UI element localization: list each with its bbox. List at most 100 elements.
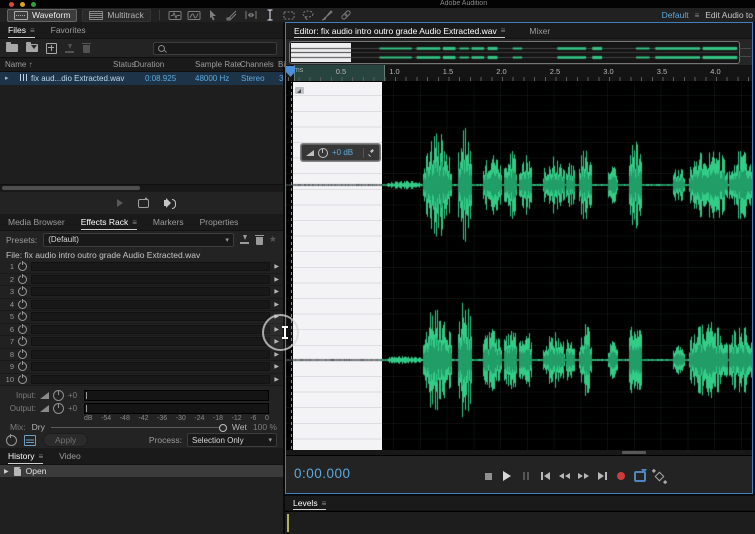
slot-effect-well[interactable] (31, 350, 270, 359)
tab-video[interactable]: Video (59, 448, 81, 464)
slot-effect-well[interactable] (31, 262, 270, 271)
panel-menu-icon[interactable]: ≡ (132, 218, 137, 227)
tab-favorites[interactable]: Favorites (51, 22, 86, 38)
slot-menu-arrow-icon[interactable]: ▶ (274, 276, 279, 283)
slot-power-icon[interactable] (18, 275, 27, 284)
slot-power-icon[interactable] (18, 350, 27, 359)
lasso-selection-tool[interactable] (301, 9, 315, 21)
workspace-selector[interactable]: Default (662, 10, 689, 20)
clip-menu-icon[interactable] (295, 87, 304, 94)
skip-to-selection-button[interactable] (653, 470, 665, 482)
history-entry-open[interactable]: ▶ Open (0, 465, 283, 477)
slot-effect-well[interactable] (31, 312, 270, 321)
slot-effect-well[interactable] (31, 275, 270, 284)
tab-markers[interactable]: Markers (153, 214, 184, 230)
panel-menu-icon[interactable]: ≡ (501, 26, 506, 35)
search-input[interactable] (168, 44, 272, 53)
effect-slot-2[interactable]: 2▶ (0, 274, 283, 287)
slot-power-icon[interactable] (18, 362, 27, 371)
slot-power-icon[interactable] (18, 375, 27, 384)
razor-tool[interactable] (225, 9, 239, 21)
preview-autoplay-icon[interactable] (164, 200, 167, 206)
effect-slot-4[interactable]: 4▶ (0, 299, 283, 312)
output-gain-knob[interactable] (53, 403, 64, 414)
skip-to-next-button[interactable] (596, 470, 608, 482)
loop-playback-button[interactable] (634, 470, 646, 482)
time-display[interactable]: 0:00.000 (294, 466, 351, 481)
save-preset-icon[interactable] (240, 235, 250, 244)
tab-history[interactable]: History≡ (8, 448, 43, 464)
file-row[interactable]: ▸ fix aud...dio Extracted.wav 0:08.925 4… (0, 72, 283, 85)
slot-power-icon[interactable] (18, 262, 27, 271)
panel-menu-icon[interactable]: ≡ (38, 452, 43, 461)
open-file-icon[interactable] (6, 44, 18, 52)
panel-menu-icon[interactable]: ≡ (322, 499, 327, 508)
marquee-selection-tool[interactable] (282, 9, 296, 21)
paintbrush-selection-tool[interactable] (320, 9, 334, 21)
slot-power-icon[interactable] (18, 300, 27, 309)
play-button[interactable] (501, 470, 513, 482)
slot-power-icon[interactable] (18, 312, 27, 321)
tab-mixer[interactable]: Mixer (529, 23, 550, 38)
move-tool[interactable] (206, 9, 220, 21)
slot-effect-well[interactable] (31, 375, 270, 384)
window-minimize-button[interactable] (20, 2, 25, 7)
multitrack-mode-button[interactable]: Multitrack (82, 9, 150, 22)
preview-loop-icon[interactable] (138, 199, 149, 208)
slot-menu-arrow-icon[interactable]: ▶ (274, 263, 279, 270)
delete-file-icon[interactable] (83, 45, 90, 53)
slot-effect-well[interactable] (31, 362, 270, 371)
slot-menu-arrow-icon[interactable]: ▶ (274, 376, 279, 383)
tab-media-browser[interactable]: Media Browser (8, 214, 65, 230)
tab-properties[interactable]: Properties (200, 214, 239, 230)
effect-slot-10[interactable]: 10▶ (0, 374, 283, 387)
files-list-body[interactable] (0, 85, 283, 184)
effect-slot-9[interactable]: 9▶ (0, 361, 283, 374)
row-expander-icon[interactable]: ▸ (5, 74, 9, 82)
waveform-overview-strip[interactable] (286, 39, 752, 65)
effect-slot-3[interactable]: 3▶ (0, 286, 283, 299)
window-zoom-button[interactable] (31, 2, 36, 7)
slot-menu-arrow-icon[interactable]: ▶ (274, 301, 279, 308)
slot-menu-arrow-icon[interactable]: ▶ (274, 288, 279, 295)
time-selection-tool[interactable] (263, 9, 277, 21)
column-header-name[interactable]: Name ↑ (5, 60, 33, 69)
waveform-mode-button[interactable]: Waveform (7, 9, 77, 22)
slot-effect-well[interactable] (31, 325, 270, 334)
window-close-button[interactable] (9, 2, 14, 7)
rack-list-icon[interactable] (24, 435, 36, 446)
column-header-status[interactable]: Status (113, 60, 136, 69)
input-gain-knob[interactable] (53, 390, 64, 401)
timeline-ruler[interactable]: hms 0.51.01.52.02.53.03.54.0 (286, 65, 752, 82)
effect-slot-7[interactable]: 7▶ (0, 336, 283, 349)
apply-button[interactable]: Apply (43, 433, 88, 447)
new-file-icon[interactable] (46, 43, 57, 54)
rack-power-icon[interactable] (6, 435, 17, 446)
overview-zoom-range[interactable] (289, 41, 740, 64)
files-horizontal-scrollbar[interactable] (0, 184, 283, 192)
volume-hud[interactable]: +0 dB (301, 144, 380, 161)
favorite-preset-icon[interactable]: ★ (269, 235, 277, 244)
effect-slot-1[interactable]: 1▶ (0, 261, 283, 274)
show-spectral-display[interactable] (187, 9, 201, 21)
workspace-menu-icon[interactable]: ≡ (695, 11, 700, 20)
tab-editor[interactable]: Editor: fix audio intro outro grade Audi… (294, 23, 505, 38)
spot-healing-brush-tool[interactable] (339, 9, 353, 21)
column-header-sample-rate[interactable]: Sample Rate (195, 60, 241, 69)
slot-effect-well[interactable] (31, 287, 270, 296)
mix-slider-handle[interactable] (219, 424, 227, 432)
slip-tool[interactable] (244, 9, 258, 21)
slot-power-icon[interactable] (18, 325, 27, 334)
record-button[interactable] (615, 470, 627, 482)
files-column-headers[interactable]: Name ↑StatusDurationSample RateChannelsB… (0, 57, 283, 72)
stop-button[interactable] (482, 470, 494, 482)
delete-preset-icon[interactable] (256, 237, 263, 245)
slot-menu-arrow-icon[interactable]: ▶ (274, 363, 279, 370)
hud-pin-icon[interactable] (368, 149, 375, 156)
fast-forward-button[interactable] (577, 470, 589, 482)
column-header-channels[interactable]: Channels (240, 60, 274, 69)
show-waveform-editor[interactable] (168, 9, 182, 21)
skip-to-previous-button[interactable] (539, 470, 551, 482)
slot-effect-well[interactable] (31, 337, 270, 346)
waveform-scrollbar-thumb[interactable] (622, 451, 646, 454)
